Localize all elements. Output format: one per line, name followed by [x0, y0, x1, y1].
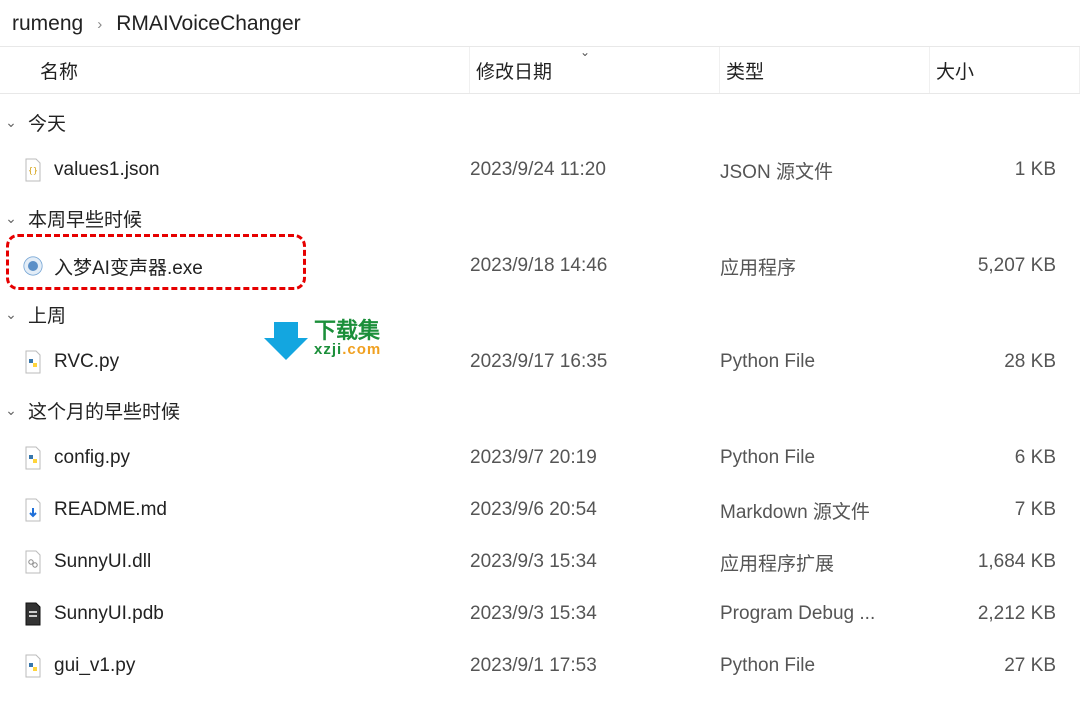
json-file-icon: {}: [22, 157, 44, 183]
breadcrumb-item-rumeng[interactable]: rumeng: [12, 12, 83, 36]
file-list: ⌄ 今天 {} values1.json 2023/9/24 11:20 JSO…: [0, 94, 1080, 692]
file-size: 1 KB: [930, 159, 1080, 181]
file-size: 1,684 KB: [930, 551, 1080, 573]
svg-text:{}: {}: [28, 166, 38, 175]
file-size: 28 KB: [930, 351, 1080, 373]
breadcrumb: rumeng › RMAIVoiceChanger: [0, 0, 1080, 46]
file-name: SunnyUI.dll: [54, 551, 151, 573]
file-date: 2023/9/3 15:34: [470, 603, 720, 625]
markdown-file-icon: [22, 497, 44, 523]
file-row-readme-md[interactable]: README.md 2023/9/6 20:54 Markdown 源文件 7 …: [0, 484, 1080, 536]
breadcrumb-item-current[interactable]: RMAIVoiceChanger: [116, 12, 300, 36]
sort-indicator-icon: ⌄: [580, 45, 590, 59]
chevron-right-icon: ›: [97, 16, 102, 33]
file-name: config.py: [54, 447, 130, 469]
file-row-sunnyui-dll[interactable]: SunnyUI.dll 2023/9/3 15:34 应用程序扩展 1,684 …: [0, 536, 1080, 588]
group-earlier-this-month[interactable]: ⌄ 这个月的早些时候: [0, 388, 1080, 432]
file-row-gui-v1-py[interactable]: gui_v1.py 2023/9/1 17:53 Python File 27 …: [0, 640, 1080, 692]
file-date: 2023/9/24 11:20: [470, 159, 720, 181]
file-type: Markdown 源文件: [720, 497, 930, 524]
file-date: 2023/9/17 16:35: [470, 351, 720, 373]
pdb-file-icon: [22, 601, 44, 627]
file-row-values1-json[interactable]: {} values1.json 2023/9/24 11:20 JSON 源文件…: [0, 144, 1080, 196]
header-size[interactable]: 大小: [930, 47, 1080, 93]
file-name: gui_v1.py: [54, 655, 135, 677]
file-type: 应用程序扩展: [720, 549, 930, 576]
group-today[interactable]: ⌄ 今天: [0, 100, 1080, 144]
chevron-down-icon: ⌄: [2, 306, 20, 323]
file-size: 2,212 KB: [930, 603, 1080, 625]
column-headers: 名称 修改日期 类型 大小 ⌄: [0, 46, 1080, 94]
file-type: Python File: [720, 447, 930, 469]
header-name[interactable]: 名称: [0, 47, 470, 93]
file-size: 6 KB: [930, 447, 1080, 469]
file-row-sunnyui-pdb[interactable]: SunnyUI.pdb 2023/9/3 15:34 Program Debug…: [0, 588, 1080, 640]
file-type: Program Debug ...: [720, 603, 930, 625]
group-label: 这个月的早些时候: [28, 397, 180, 424]
file-name: RVC.py: [54, 351, 119, 373]
file-size: 27 KB: [930, 655, 1080, 677]
dll-file-icon: [22, 549, 44, 575]
file-date: 2023/9/18 14:46: [470, 255, 720, 277]
file-date: 2023/9/1 17:53: [470, 655, 720, 677]
header-type[interactable]: 类型: [720, 47, 930, 93]
chevron-down-icon: ⌄: [2, 114, 20, 131]
file-type: Python File: [720, 655, 930, 677]
python-file-icon: [22, 653, 44, 679]
file-date: 2023/9/3 15:34: [470, 551, 720, 573]
exe-app-icon: [22, 253, 44, 279]
group-label: 本周早些时候: [28, 205, 142, 232]
chevron-down-icon: ⌄: [2, 210, 20, 227]
python-file-icon: [22, 349, 44, 375]
file-row-voice-changer-exe[interactable]: 入梦AI变声器.exe 2023/9/18 14:46 应用程序 5,207 K…: [0, 240, 1080, 292]
file-name: SunnyUI.pdb: [54, 603, 164, 625]
python-file-icon: [22, 445, 44, 471]
chevron-down-icon: ⌄: [2, 402, 20, 419]
file-row-config-py[interactable]: config.py 2023/9/7 20:19 Python File 6 K…: [0, 432, 1080, 484]
file-name: 入梦AI变声器.exe: [54, 253, 203, 280]
file-row-rvc-py[interactable]: 下载集 xzji.com RVC.py 2023/9/17 16:35 Pyth…: [0, 336, 1080, 388]
file-size: 5,207 KB: [930, 255, 1080, 277]
group-earlier-this-week[interactable]: ⌄ 本周早些时候: [0, 196, 1080, 240]
header-date[interactable]: 修改日期: [470, 47, 720, 93]
group-last-week[interactable]: ⌄ 上周: [0, 292, 1080, 336]
file-type: 应用程序: [720, 253, 930, 280]
file-name: README.md: [54, 499, 167, 521]
group-label: 上周: [28, 301, 66, 328]
file-name: values1.json: [54, 159, 160, 181]
file-date: 2023/9/6 20:54: [470, 499, 720, 521]
file-type: Python File: [720, 351, 930, 373]
group-label: 今天: [28, 109, 66, 136]
file-size: 7 KB: [930, 499, 1080, 521]
file-type: JSON 源文件: [720, 157, 930, 184]
file-date: 2023/9/7 20:19: [470, 447, 720, 469]
